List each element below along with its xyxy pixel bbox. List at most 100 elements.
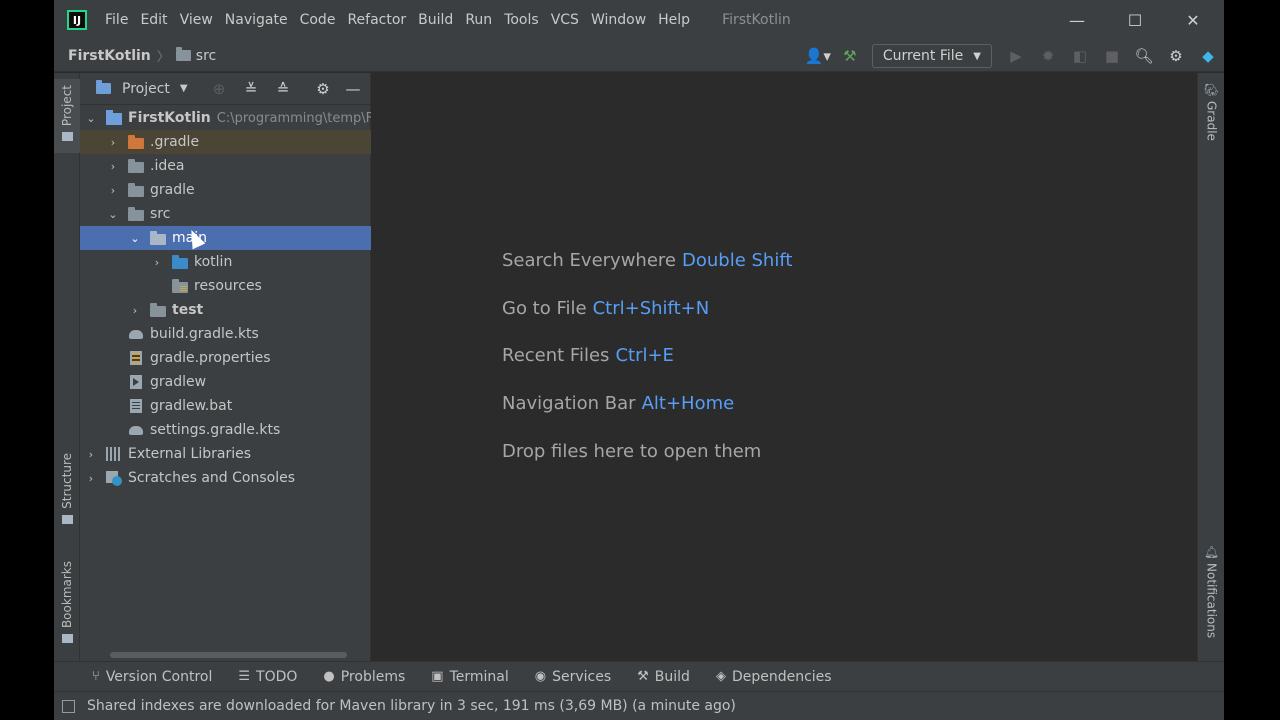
hint-shortcut: Double Shift <box>682 250 793 271</box>
locate-file-icon[interactable]: ⊕ <box>204 73 234 105</box>
run-configuration-select[interactable]: Current File ▼ <box>871 44 992 68</box>
tree-item-gradlew[interactable]: gradlew <box>80 370 371 394</box>
menu-vcs[interactable]: VCS <box>545 0 585 40</box>
tree-item-kotlin[interactable]: › kotlin <box>80 250 371 274</box>
chevron-right-icon[interactable]: › <box>150 256 164 269</box>
tool-tab-gradle[interactable]: 🐘︎ Gradle <box>1198 83 1224 153</box>
breadcrumb-src[interactable]: src <box>196 48 216 64</box>
menu-view[interactable]: View <box>174 0 219 40</box>
ide-window: IJ File Edit View Navigate Code Refactor… <box>54 0 1224 720</box>
tree-item-firstkotlin[interactable]: ⌄ FirstKotlin C:\programming\temp\F <box>80 106 371 130</box>
tool-tab-project-label: Project <box>60 85 74 127</box>
menu-tools[interactable]: Tools <box>498 0 545 40</box>
menu-help[interactable]: Help <box>652 0 696 40</box>
tree-item-main[interactable]: ⌄ main <box>80 226 371 250</box>
status-bar: Shared indexes are downloaded for Maven … <box>54 691 1224 720</box>
tool-tab-structure[interactable]: Structure <box>54 453 80 533</box>
right-tool-strip: 🐘︎ Gradle 🔔︎ Notifications <box>1197 73 1224 661</box>
editor-area[interactable]: Search Everywhere Double Shift Go to File… <box>371 73 1197 661</box>
chevron-down-icon[interactable]: ⌄ <box>128 232 142 245</box>
tool-tab-label: Build <box>654 668 690 685</box>
breadcrumb-project[interactable]: FirstKotlin <box>68 48 151 64</box>
menu-code[interactable]: Code <box>294 0 342 40</box>
hint-label: Go to File <box>502 298 587 319</box>
tool-tab-project[interactable]: Project <box>54 79 80 153</box>
menu-build[interactable]: Build <box>412 0 459 40</box>
chevron-down-icon[interactable]: ▼ <box>180 83 188 94</box>
gradle-elephant-icon <box>128 423 144 437</box>
user-account-icon[interactable]: 👤▾ <box>802 40 834 72</box>
menu-window[interactable]: Window <box>585 0 652 40</box>
gear-icon[interactable]: ⚙ <box>308 73 338 105</box>
run-configuration-label: Current File <box>882 48 964 64</box>
tool-tab-build[interactable]: ⚒ Build <box>637 669 690 685</box>
bell-icon: 🔔︎ <box>1203 545 1220 559</box>
tool-tab-dependencies[interactable]: ◈ Dependencies <box>716 669 832 685</box>
tree-item-label: Scratches and Consoles <box>128 470 295 486</box>
menu-run[interactable]: Run <box>459 0 498 40</box>
tool-tab-label: TODO <box>256 668 298 685</box>
hint-label: Recent Files <box>502 345 610 366</box>
project-view-selector[interactable]: Project <box>122 81 170 97</box>
tree-item-gradle[interactable]: › gradle <box>80 178 371 202</box>
chevron-right-icon[interactable]: › <box>106 184 120 197</box>
tool-tab-bookmarks[interactable]: Bookmarks <box>54 561 80 649</box>
tree-item-build-gradle-kts[interactable]: build.gradle.kts <box>80 322 371 346</box>
project-panel-header: Project ▼ ⊕ ≚ ≙ ⚙ — <box>80 73 370 105</box>
tool-tab-problems[interactable]: ● Problems <box>323 669 405 685</box>
tree-item-settings-gradle-kts[interactable]: settings.gradle.kts <box>80 418 371 442</box>
hide-panel-icon[interactable]: — <box>338 73 368 105</box>
chevron-right-icon[interactable]: › <box>106 136 120 149</box>
coverage-icon[interactable]: ◧ <box>1064 40 1096 72</box>
chevron-right-icon[interactable]: › <box>84 472 98 485</box>
chevron-down-icon[interactable]: ⌄ <box>106 208 120 221</box>
maximize-button[interactable]: ☐ <box>1106 0 1164 40</box>
tool-tab-version-control[interactable]: ⑂ Version Control <box>92 669 212 685</box>
toggle-tool-windows-icon[interactable] <box>62 699 75 713</box>
tree-item-gradle-properties[interactable]: gradle.properties <box>80 346 371 370</box>
chevron-down-icon[interactable]: ⌄ <box>84 112 98 125</box>
intellij-logo-icon[interactable]: IJ <box>67 10 87 30</box>
search-icon[interactable]: 🔍︎ <box>1128 40 1160 72</box>
menu-refactor[interactable]: Refactor <box>341 0 412 40</box>
menu-edit[interactable]: Edit <box>134 0 173 40</box>
tree-item-label: resources <box>194 278 262 294</box>
minimize-button[interactable]: — <box>1048 0 1106 40</box>
tree-item-gradlew-bat[interactable]: gradlew.bat <box>80 394 371 418</box>
chevron-right-icon[interactable]: › <box>84 448 98 461</box>
menu-navigate[interactable]: Navigate <box>219 0 294 40</box>
collapse-all-icon[interactable]: ≙ <box>268 73 298 105</box>
debug-icon[interactable]: ✹ <box>1032 40 1064 72</box>
gear-icon[interactable]: ⚙ <box>1160 40 1192 72</box>
jetbrains-toolbox-icon[interactable]: ◆ <box>1192 40 1224 72</box>
stop-icon[interactable]: ■ <box>1096 40 1128 72</box>
tree-item-external-libraries[interactable]: › External Libraries <box>80 442 371 466</box>
terminal-icon: ▣ <box>431 669 444 684</box>
run-icon[interactable]: ▶ <box>1000 40 1032 72</box>
tool-tab-services[interactable]: ◉ Services <box>535 669 611 685</box>
expand-all-icon[interactable]: ≚ <box>236 73 266 105</box>
tree-item-idea[interactable]: › .idea <box>80 154 371 178</box>
tool-tab-structure-label: Structure <box>60 453 74 509</box>
tree-item-src[interactable]: ⌄ src <box>80 202 371 226</box>
tree-item-test[interactable]: › test <box>80 298 371 322</box>
tool-tab-todo[interactable]: ☰ TODO <box>238 669 297 685</box>
gradle-elephant-icon <box>128 327 144 341</box>
tool-tab-terminal[interactable]: ▣ Terminal <box>431 669 508 685</box>
close-button[interactable]: ✕ <box>1164 0 1222 40</box>
menu-file[interactable]: File <box>99 0 134 40</box>
build-hammer-icon[interactable]: ⚒ <box>834 40 866 72</box>
title-bar: IJ File Edit View Navigate Code Refactor… <box>54 0 1224 40</box>
tree-item-label: FirstKotlin <box>128 110 211 126</box>
tree-item-dot-gradle[interactable]: › .gradle <box>80 130 371 154</box>
tool-tab-notifications[interactable]: 🔔︎ Notifications <box>1198 545 1224 645</box>
tree-item-label: gradlew.bat <box>150 398 233 414</box>
tree-item-label: src <box>150 206 171 222</box>
tree-item-scratches[interactable]: › Scratches and Consoles <box>80 466 371 490</box>
chevron-right-icon[interactable]: › <box>106 160 120 173</box>
horizontal-scrollbar[interactable] <box>110 652 347 658</box>
tree-item-resources[interactable]: resources <box>80 274 371 298</box>
chevron-right-icon[interactable]: › <box>128 304 142 317</box>
folder-icon <box>61 132 73 142</box>
status-message[interactable]: Shared indexes are downloaded for Maven … <box>87 698 736 714</box>
